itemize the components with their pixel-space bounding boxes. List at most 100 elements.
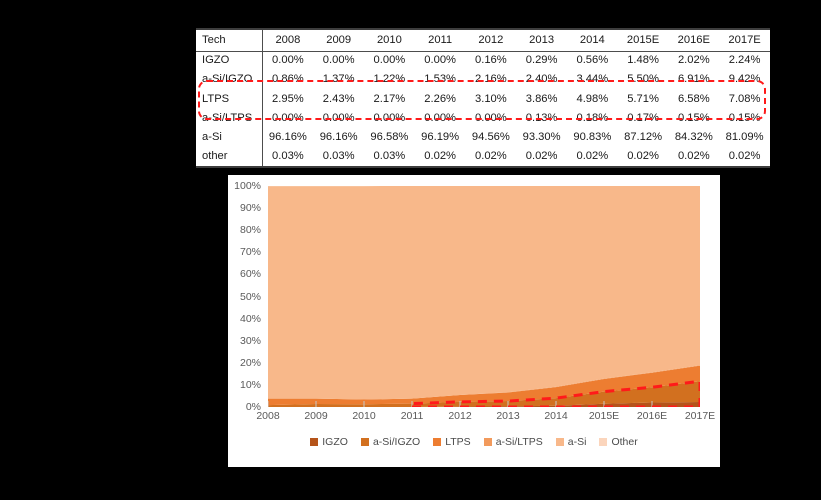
- table-cell: 6.58%: [677, 92, 710, 105]
- table-cell: 1.48%: [627, 54, 659, 67]
- table-cell: 1.22%: [373, 73, 406, 86]
- table-cell: 84.32%: [674, 131, 713, 144]
- table-cell: 96.19%: [421, 131, 460, 144]
- legend-item-LTPS[interactable]: LTPS: [433, 436, 471, 448]
- table-row-label-LTPS: LTPS: [196, 89, 263, 109]
- y-axis-label: 30%: [239, 334, 261, 347]
- table-cell: 0.17%: [627, 112, 659, 125]
- x-axis-label: 2008: [256, 410, 280, 422]
- legend-item-Other[interactable]: Other: [599, 436, 638, 448]
- table-cell: 0.02%: [414, 147, 466, 169]
- legend-item-a-Si[interactable]: a-Si: [555, 436, 587, 448]
- table-row: a-Si 96.16% 96.16% 96.58% 96.19% 94.56% 93.30%…: [196, 128, 770, 148]
- chart-legend: IGZO a-Si/IGZO LTPS a-Si/LTPS a-Si Other: [228, 436, 720, 448]
- table-header-row: Tech 2008 2009 2010 2011 2012 2013 2014 2015E 201…: [196, 28, 770, 52]
- legend-swatch: [555, 438, 564, 446]
- table-cell: 5.71%: [627, 92, 659, 105]
- table-col-header-2008: 2008: [262, 28, 314, 52]
- x-axis-label: 2013: [496, 410, 520, 422]
- x-axis-label: 2015E: [588, 410, 620, 422]
- table-cell: 90.83%: [573, 131, 612, 144]
- tech-share-table: Tech 2008 2009 2010 2011 2012 2013 2014 2015E 201…: [196, 28, 770, 169]
- x-axis-label: 2010: [352, 410, 376, 422]
- y-axis-label: 100%: [234, 180, 261, 192]
- table-cell: 2.95%: [272, 92, 304, 105]
- table-cell: 2.17%: [373, 92, 406, 105]
- table-col-header-2011: 2011: [414, 28, 466, 52]
- table-cell: 2.26%: [424, 92, 456, 105]
- chart-y-axis-labels: 0% 10% 20% 30% 40% 50% 60% 70% 80% 90% 100%: [228, 180, 264, 413]
- legend-label: a-Si/IGZO: [372, 436, 421, 448]
- table-cell: 0.86%: [272, 73, 304, 86]
- table-cell: 0.00%: [272, 54, 304, 67]
- table-row-label-IGZO: IGZO: [196, 51, 263, 71]
- table-row: other 0.03% 0.03% 0.03% 0.02% 0.02% 0.02% 0.02%…: [196, 147, 770, 169]
- table-cell: 93.30%: [522, 131, 561, 144]
- legend-label: Other: [611, 436, 638, 448]
- table-cell: 87.12%: [624, 131, 663, 144]
- screenshot-root: Tech 2008 2009 2010 2011 2012 2013 2014 2015E 201…: [0, 0, 821, 500]
- table-col-header-2015E: 2015E: [617, 28, 669, 52]
- table-cell: 0.00%: [373, 54, 406, 67]
- table-cell: 0.02%: [617, 147, 669, 169]
- table-cell: 5.50%: [627, 73, 659, 86]
- table-cell: 3.10%: [475, 92, 507, 105]
- table-cell: 0.15%: [677, 112, 710, 125]
- table-row: IGZO 0.00% 0.00% 0.00% 0.00% 0.16% 0.29% 0.56% 1…: [196, 51, 770, 71]
- table-cell: 0.00%: [322, 54, 355, 67]
- table-cell: 2.24%: [728, 54, 761, 67]
- y-axis-label: 60%: [239, 268, 261, 281]
- y-axis-label: 70%: [239, 246, 261, 259]
- table-cell: 0.03%: [313, 147, 365, 169]
- y-axis-label: 40%: [239, 312, 261, 325]
- table-cell: 0.16%: [475, 54, 507, 67]
- table-cell: 0.18%: [576, 112, 609, 125]
- table-cell: 7.08%: [728, 92, 761, 105]
- legend-item-IGZO[interactable]: IGZO: [310, 436, 348, 448]
- table-row: a-Si/IGZO 0.86% 1.37% 1.22% 1.53% 2.16% 2.40% 3…: [196, 70, 770, 90]
- table-cell: 1.53%: [424, 73, 456, 86]
- table-cell: 0.00%: [373, 112, 406, 125]
- legend-item-a-Si-IGZO[interactable]: a-Si/IGZO: [360, 436, 421, 448]
- y-axis-label: 50%: [239, 290, 261, 303]
- table-cell: 81.09%: [725, 131, 764, 144]
- legend-swatch: [360, 438, 369, 446]
- table-cell: 0.15%: [728, 112, 761, 125]
- table-cell: 0.56%: [576, 54, 609, 67]
- legend-label: a-Si: [567, 436, 587, 448]
- table-cell: 0.02%: [668, 147, 720, 169]
- table-cell: 0.29%: [525, 54, 558, 67]
- table-cell: 96.16%: [319, 131, 358, 144]
- table-body: IGZO 0.00% 0.00% 0.00% 0.00% 0.16% 0.29% 0.56% 1…: [196, 51, 770, 169]
- table-col-header-2012: 2012: [465, 28, 517, 52]
- table-row-label-a-Si-LTPS: a-Si/LTPS: [196, 108, 263, 129]
- table-cell: 9.42%: [728, 73, 761, 86]
- legend-item-a-Si-LTPS[interactable]: a-Si/LTPS: [483, 436, 543, 448]
- x-axis-label: 2017E: [684, 410, 716, 422]
- stacked-area-chart: [268, 186, 700, 407]
- y-axis-label: 20%: [239, 356, 261, 369]
- table-cell: 0.00%: [475, 112, 507, 125]
- table-cell: 0.03%: [262, 147, 314, 169]
- table-cell: 0.02%: [566, 147, 618, 169]
- x-axis-label: 2014: [544, 410, 568, 422]
- legend-label: IGZO: [322, 436, 348, 448]
- table-header: Tech 2008 2009 2010 2011 2012 2013 2014 2015E 201…: [196, 28, 770, 52]
- table-cell: 94.56%: [471, 131, 510, 144]
- table-col-header-tech: Tech: [196, 28, 263, 52]
- table-row: LTPS 2.95% 2.43% 2.17% 2.26% 3.10% 3.86% 4.98% 5…: [196, 89, 770, 109]
- x-axis-label: 2011: [400, 410, 424, 422]
- table-cell: 0.03%: [364, 147, 415, 169]
- tech-share-table-panel: Tech 2008 2009 2010 2011 2012 2013 2014 2015E 201…: [196, 28, 770, 169]
- x-axis-label: 2012: [448, 410, 472, 422]
- y-axis-label: 10%: [239, 378, 261, 391]
- table-cell: 4.98%: [576, 92, 609, 105]
- table-row: a-Si/LTPS 0.00% 0.00% 0.00% 0.00% 0.00% 0.13% 0…: [196, 108, 770, 129]
- table-cell: 6.91%: [677, 73, 710, 86]
- table-cell: 1.37%: [322, 73, 355, 86]
- table-row-label-a-Si-IGZO: a-Si/IGZO: [196, 70, 263, 90]
- y-axis-label: 90%: [239, 202, 261, 215]
- x-axis-label: 2016E: [636, 410, 668, 422]
- table-cell: 2.02%: [677, 54, 710, 67]
- legend-swatch: [310, 438, 319, 446]
